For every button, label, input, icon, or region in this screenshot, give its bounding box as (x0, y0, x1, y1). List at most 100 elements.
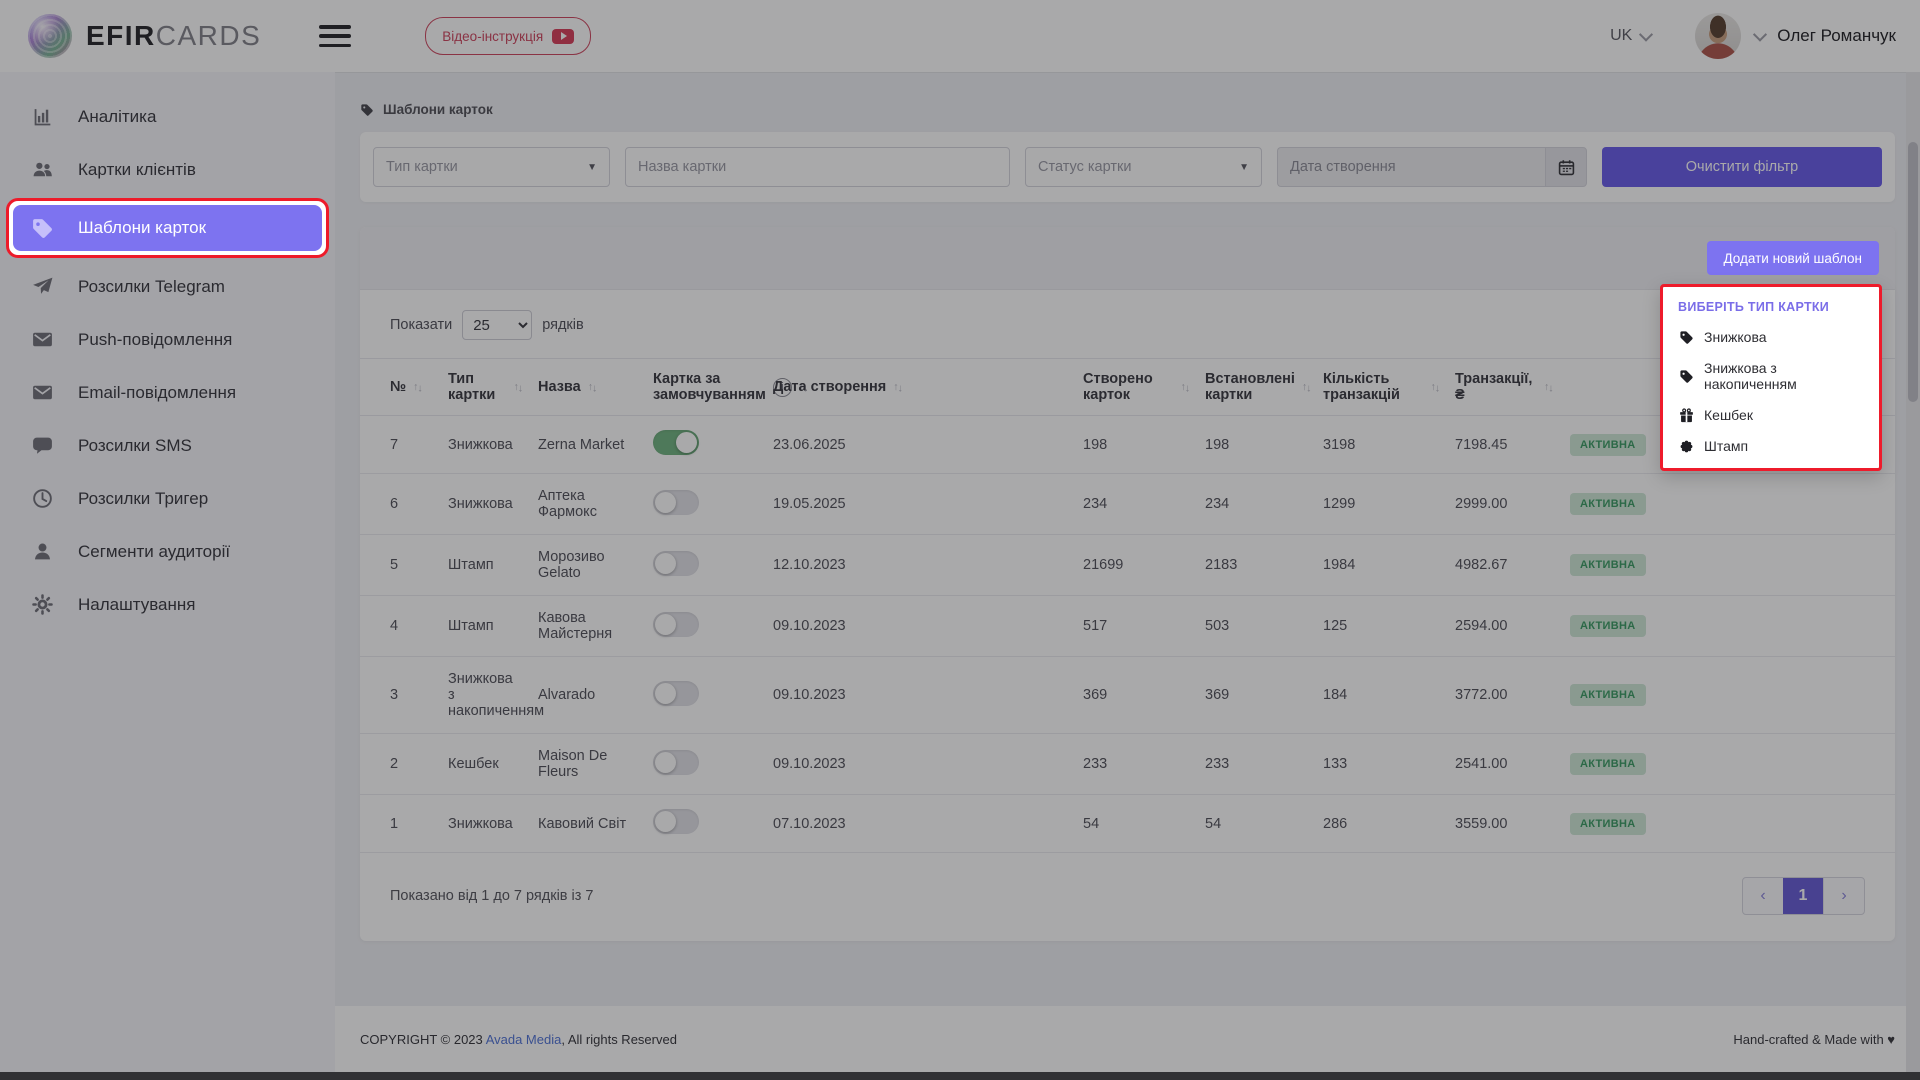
calendar-icon[interactable] (1545, 147, 1587, 187)
scrollbar[interactable] (1906, 72, 1920, 1072)
cell-name: Аптека Фармокс (530, 474, 645, 535)
templates-card: Додати новий шаблон ВИБЕРІТЬ ТИП КАРТКИ … (360, 227, 1895, 941)
cell-name: Кавова Майстерня (530, 596, 645, 657)
chevron-down-icon (1639, 28, 1653, 42)
dropdown-item-label: Штамп (1704, 438, 1748, 454)
cell-cards-installed: 198 (1197, 416, 1315, 474)
sidebar-item-settings[interactable]: Налаштування (0, 578, 335, 631)
default-toggle[interactable] (653, 551, 699, 576)
sort-icon[interactable]: ↑↓ (1181, 381, 1190, 393)
cell-cards-installed: 234 (1197, 474, 1315, 535)
sort-icon[interactable]: ↑↓ (413, 381, 422, 393)
sort-icon[interactable]: ↑↓ (1544, 381, 1553, 393)
sidebar-item-label: Push-повідомлення (78, 330, 232, 350)
default-toggle[interactable] (653, 490, 699, 515)
toggle-knob (655, 614, 676, 635)
hamburger-menu-icon[interactable] (319, 25, 351, 47)
cell-transactions-count: 3198 (1315, 416, 1447, 474)
col-cards-installed[interactable]: Встановлені картки↑↓ (1197, 359, 1315, 416)
page-size-prefix: Показати (390, 317, 452, 333)
sort-icon[interactable]: ↑↓ (893, 381, 902, 393)
user-name: Олег Романчук (1777, 26, 1896, 46)
col-card-type[interactable]: Тип картки↑↓ (440, 359, 530, 416)
default-toggle[interactable] (653, 809, 699, 834)
status-badge: АКТИВНА (1570, 615, 1646, 637)
dropdown-item-discount[interactable]: Знижкова (1678, 329, 1864, 345)
dropdown-item-label: Кешбек (1704, 407, 1753, 423)
creation-date-input[interactable] (1277, 147, 1545, 187)
sidebar-item-telegram[interactable]: Розсилки Telegram (0, 260, 335, 313)
sort-icon[interactable]: ↑↓ (588, 381, 597, 393)
tag-icon (360, 103, 374, 117)
sidebar-item-push[interactable]: Push-повідомлення (0, 313, 335, 366)
cell-transactions-sum: 2999.00 (1447, 474, 1562, 535)
col-default-card[interactable]: Картка за замовчуваннямi↑↓ (645, 359, 765, 416)
default-toggle[interactable] (653, 430, 699, 455)
scrollbar-thumb[interactable] (1908, 142, 1918, 402)
sort-icon[interactable]: ↑↓ (514, 381, 523, 393)
card-name-filter-input[interactable] (625, 147, 1010, 187)
col-transactions-count[interactable]: Кількість транзакцій↑↓ (1315, 359, 1447, 416)
col-cards-created[interactable]: Створено карток↑↓ (1075, 359, 1197, 416)
dropdown-item-cashback[interactable]: Кешбек (1678, 407, 1864, 423)
toggle-knob (655, 553, 676, 574)
cell-cards-installed: 233 (1197, 734, 1315, 795)
clear-filter-button[interactable]: Очистити фільтр (1602, 147, 1882, 187)
pagination: ‹ 1 › (1742, 877, 1865, 915)
cell-name: Alvarado (530, 657, 645, 734)
chevron-down-icon[interactable] (1753, 28, 1767, 42)
sidebar-item-trigger[interactable]: Розсилки Тригер (0, 472, 335, 525)
sidebar-item-label: Налаштування (78, 595, 196, 615)
sidebar-item-card-templates[interactable]: Шаблони карток (13, 205, 322, 251)
sidebar-item-label: Email-повідомлення (78, 383, 236, 403)
pagination-prev-button[interactable]: ‹ (1743, 878, 1783, 914)
app-window: EFIRCARDS Відео-інструкція UK Олег Роман… (0, 0, 1920, 1080)
dropdown-item-label: Знижкова (1704, 329, 1767, 345)
pagination-next-button[interactable]: › (1823, 878, 1864, 914)
sidebar-item-analytics[interactable]: Аналітика (0, 90, 335, 143)
col-name[interactable]: Назва↑↓ (530, 359, 645, 416)
cell-card-type: Знижкова (440, 474, 530, 535)
video-instruction-button[interactable]: Відео-інструкція (425, 17, 591, 55)
envelope-icon (30, 328, 54, 352)
col-number[interactable]: №↑↓ (360, 359, 440, 416)
filter-panel: Тип картки ▼ Статус картки ▼ Очистити фі… (360, 132, 1895, 202)
page-size-select[interactable]: 25 (462, 310, 532, 340)
tag-icon (1678, 329, 1694, 345)
sort-icon[interactable]: ↑↓ (1302, 381, 1311, 393)
default-toggle[interactable] (653, 612, 699, 637)
cell-name: Кавовий Світ (530, 795, 645, 853)
col-transactions-sum[interactable]: Транзакції, ₴↑↓ (1447, 359, 1562, 416)
language-selector[interactable]: UK (1610, 27, 1651, 45)
toggle-knob (655, 492, 676, 513)
cell-transactions-count: 125 (1315, 596, 1447, 657)
cell-name: Maison De Fleurs (530, 734, 645, 795)
cell-status: АКТИВНА (1562, 734, 1895, 795)
dropdown-item-discount-cumulative[interactable]: Знижкова з накопиченням (1678, 360, 1864, 392)
table-row: 5 Штамп Морозиво Gelato 12.10.2023 21699… (360, 535, 1895, 596)
users-icon (30, 158, 54, 182)
add-template-button[interactable]: Додати новий шаблон (1707, 241, 1880, 275)
cell-default-card (645, 474, 765, 535)
dropdown-item-stamp[interactable]: Штамп (1678, 438, 1864, 454)
sidebar-item-email[interactable]: Email-повідомлення (0, 366, 335, 419)
rows-summary: Показано від 1 до 7 рядків із 7 (390, 888, 594, 904)
card-toolbar: Додати новий шаблон (360, 227, 1895, 290)
sidebar-item-sms[interactable]: Розсилки SMS (0, 419, 335, 472)
avada-media-link[interactable]: Avada Media (486, 1032, 562, 1047)
card-type-filter-select[interactable]: Тип картки ▼ (373, 147, 610, 187)
sort-icon[interactable]: ↑↓ (1431, 381, 1440, 393)
user-avatar[interactable] (1695, 13, 1741, 59)
cell-number: 7 (360, 416, 440, 474)
sidebar-item-segments[interactable]: Сегменти аудиторії (0, 525, 335, 578)
card-status-filter-select[interactable]: Статус картки ▼ (1025, 147, 1262, 187)
default-toggle[interactable] (653, 681, 699, 706)
default-toggle[interactable] (653, 750, 699, 775)
cell-default-card (645, 596, 765, 657)
sidebar-item-client-cards[interactable]: Картки клієнтів (0, 143, 335, 196)
col-created-date[interactable]: Дата створення↑↓ (765, 359, 1075, 416)
youtube-icon (552, 29, 574, 44)
pagination-page-1[interactable]: 1 (1783, 878, 1823, 914)
cell-created-date: 19.05.2025 (765, 474, 1075, 535)
sidebar-item-label: Аналітика (78, 107, 156, 127)
